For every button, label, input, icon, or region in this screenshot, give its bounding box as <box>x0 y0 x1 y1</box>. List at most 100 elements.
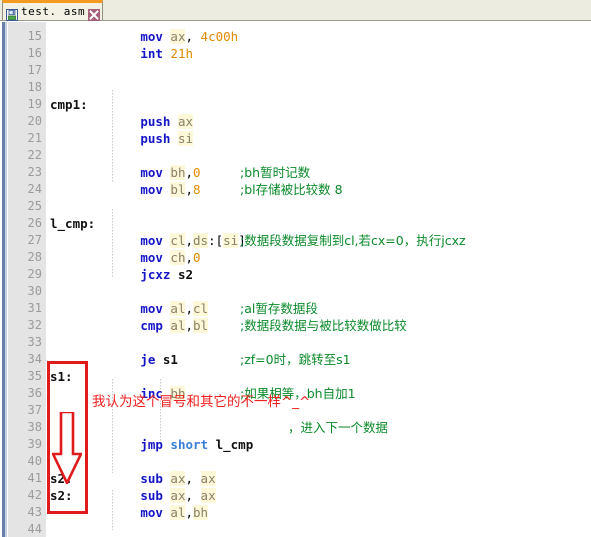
code-line[interactable]: jmp short l_cmp <box>50 436 253 453</box>
line-number: 43 <box>27 505 42 519</box>
code-token: , <box>185 318 194 333</box>
code-comment: ;bh暂时记数 <box>240 165 311 180</box>
code-line[interactable]: int 21h <box>50 45 193 62</box>
code-token: cl <box>170 233 186 248</box>
line-number: 25 <box>27 199 42 213</box>
code-line[interactable]: mov bh,0 <box>50 164 201 181</box>
line-number: 39 <box>27 437 42 451</box>
code-line[interactable]: mov bl,8 <box>50 181 201 198</box>
tab-test-asm[interactable]: test. asm <box>2 0 104 21</box>
code-token: 0 <box>193 165 201 180</box>
code-token: :[ <box>208 233 224 248</box>
code-token: 4c00h <box>200 29 239 44</box>
line-number: 27 <box>27 233 42 247</box>
code-token: cl <box>193 301 209 316</box>
line-number: 30 <box>27 284 42 298</box>
annotation-text: 我认为这个冒号和其它的不一样^_^ <box>92 394 311 410</box>
code-line[interactable]: push si <box>50 130 194 147</box>
line-number: 38 <box>27 420 42 434</box>
line-number: 24 <box>27 182 42 196</box>
line-number: 44 <box>27 522 42 536</box>
line-number: 42 <box>27 488 42 502</box>
line-number: 15 <box>27 29 42 43</box>
line-number: 32 <box>27 318 42 332</box>
code-line[interactable]: s1: <box>50 368 73 385</box>
code-token: sub <box>140 488 163 503</box>
code-token: ax <box>170 488 186 503</box>
disk-icon <box>6 6 18 21</box>
code-token: short <box>170 437 209 452</box>
code-line[interactable]: je s1 <box>50 351 178 368</box>
line-number: 21 <box>27 131 42 145</box>
code-line[interactable]: mov ax, 4c00h <box>50 28 238 45</box>
code-line[interactable]: mov al,cl <box>50 300 209 317</box>
code-token: s1 <box>162 352 178 367</box>
code-token: si <box>223 233 239 248</box>
code-line[interactable]: cmp al,bl <box>50 317 209 334</box>
line-number: 33 <box>27 335 42 349</box>
code-token: 21h <box>170 46 193 61</box>
code-token: , <box>185 301 194 316</box>
code-token: jmp <box>140 437 163 452</box>
line-number: 28 <box>27 250 42 264</box>
tab-bar: test. asm <box>0 0 591 21</box>
line-number: 29 <box>27 267 42 281</box>
code-token: s2: <box>50 488 73 503</box>
line-number: 35 <box>27 369 42 383</box>
code-line[interactable]: push ax <box>50 113 194 130</box>
code-token: mov <box>140 233 163 248</box>
code-comment: ;数据段数据与被比较数做比较 <box>240 318 407 333</box>
line-number: 23 <box>27 165 42 179</box>
code-line[interactable]: s2: sub ax, ax <box>50 470 216 487</box>
code-token: al <box>170 505 186 520</box>
code-token: mov <box>140 505 163 520</box>
line-number: 40 <box>27 454 42 468</box>
code-line[interactable]: l_cmp: <box>50 215 95 232</box>
code-token: 0 <box>193 250 201 265</box>
code-token: ax <box>177 114 194 129</box>
code-token: ch <box>170 250 186 265</box>
line-number: 31 <box>27 301 42 315</box>
code-comment: ;al暂存数据段 <box>240 301 318 316</box>
code-token: , <box>185 182 194 197</box>
code-token: mov <box>140 250 163 265</box>
code-token: je <box>140 352 156 367</box>
code-line[interactable]: mov cl,ds:[si] <box>50 232 246 249</box>
line-number: 22 <box>27 148 42 162</box>
code-token: s1: <box>50 369 73 384</box>
code-token: ax <box>200 488 216 503</box>
editor-left-rail-inner <box>5 22 7 537</box>
code-token: ax <box>200 471 216 486</box>
code-token: mov <box>140 29 163 44</box>
code-line[interactable]: s2: sub ax, ax <box>50 487 216 504</box>
code-line[interactable]: mov ch,0 <box>50 249 201 266</box>
code-token: , <box>185 488 201 503</box>
close-icon[interactable] <box>88 6 101 21</box>
code-token: l_cmp: <box>50 216 96 231</box>
code-line[interactable]: cmp1: <box>50 96 88 113</box>
line-number: 37 <box>27 403 42 417</box>
code-line[interactable]: jcxz s2 <box>50 266 193 283</box>
code-editor[interactable]: 15 mov ax, 4c00h 16 int 21h 17 18 19 cmp1: 20 … <box>0 22 591 537</box>
code-token: mov <box>140 165 163 180</box>
code-token: , <box>185 233 194 248</box>
code-token: l_cmp <box>215 437 254 452</box>
code-token: s2 <box>177 267 194 282</box>
code-token: bh <box>193 505 209 520</box>
code-token: s2: <box>50 471 73 486</box>
code-line[interactable]: mov al,bh <box>50 504 209 521</box>
code-token: , <box>185 250 194 265</box>
